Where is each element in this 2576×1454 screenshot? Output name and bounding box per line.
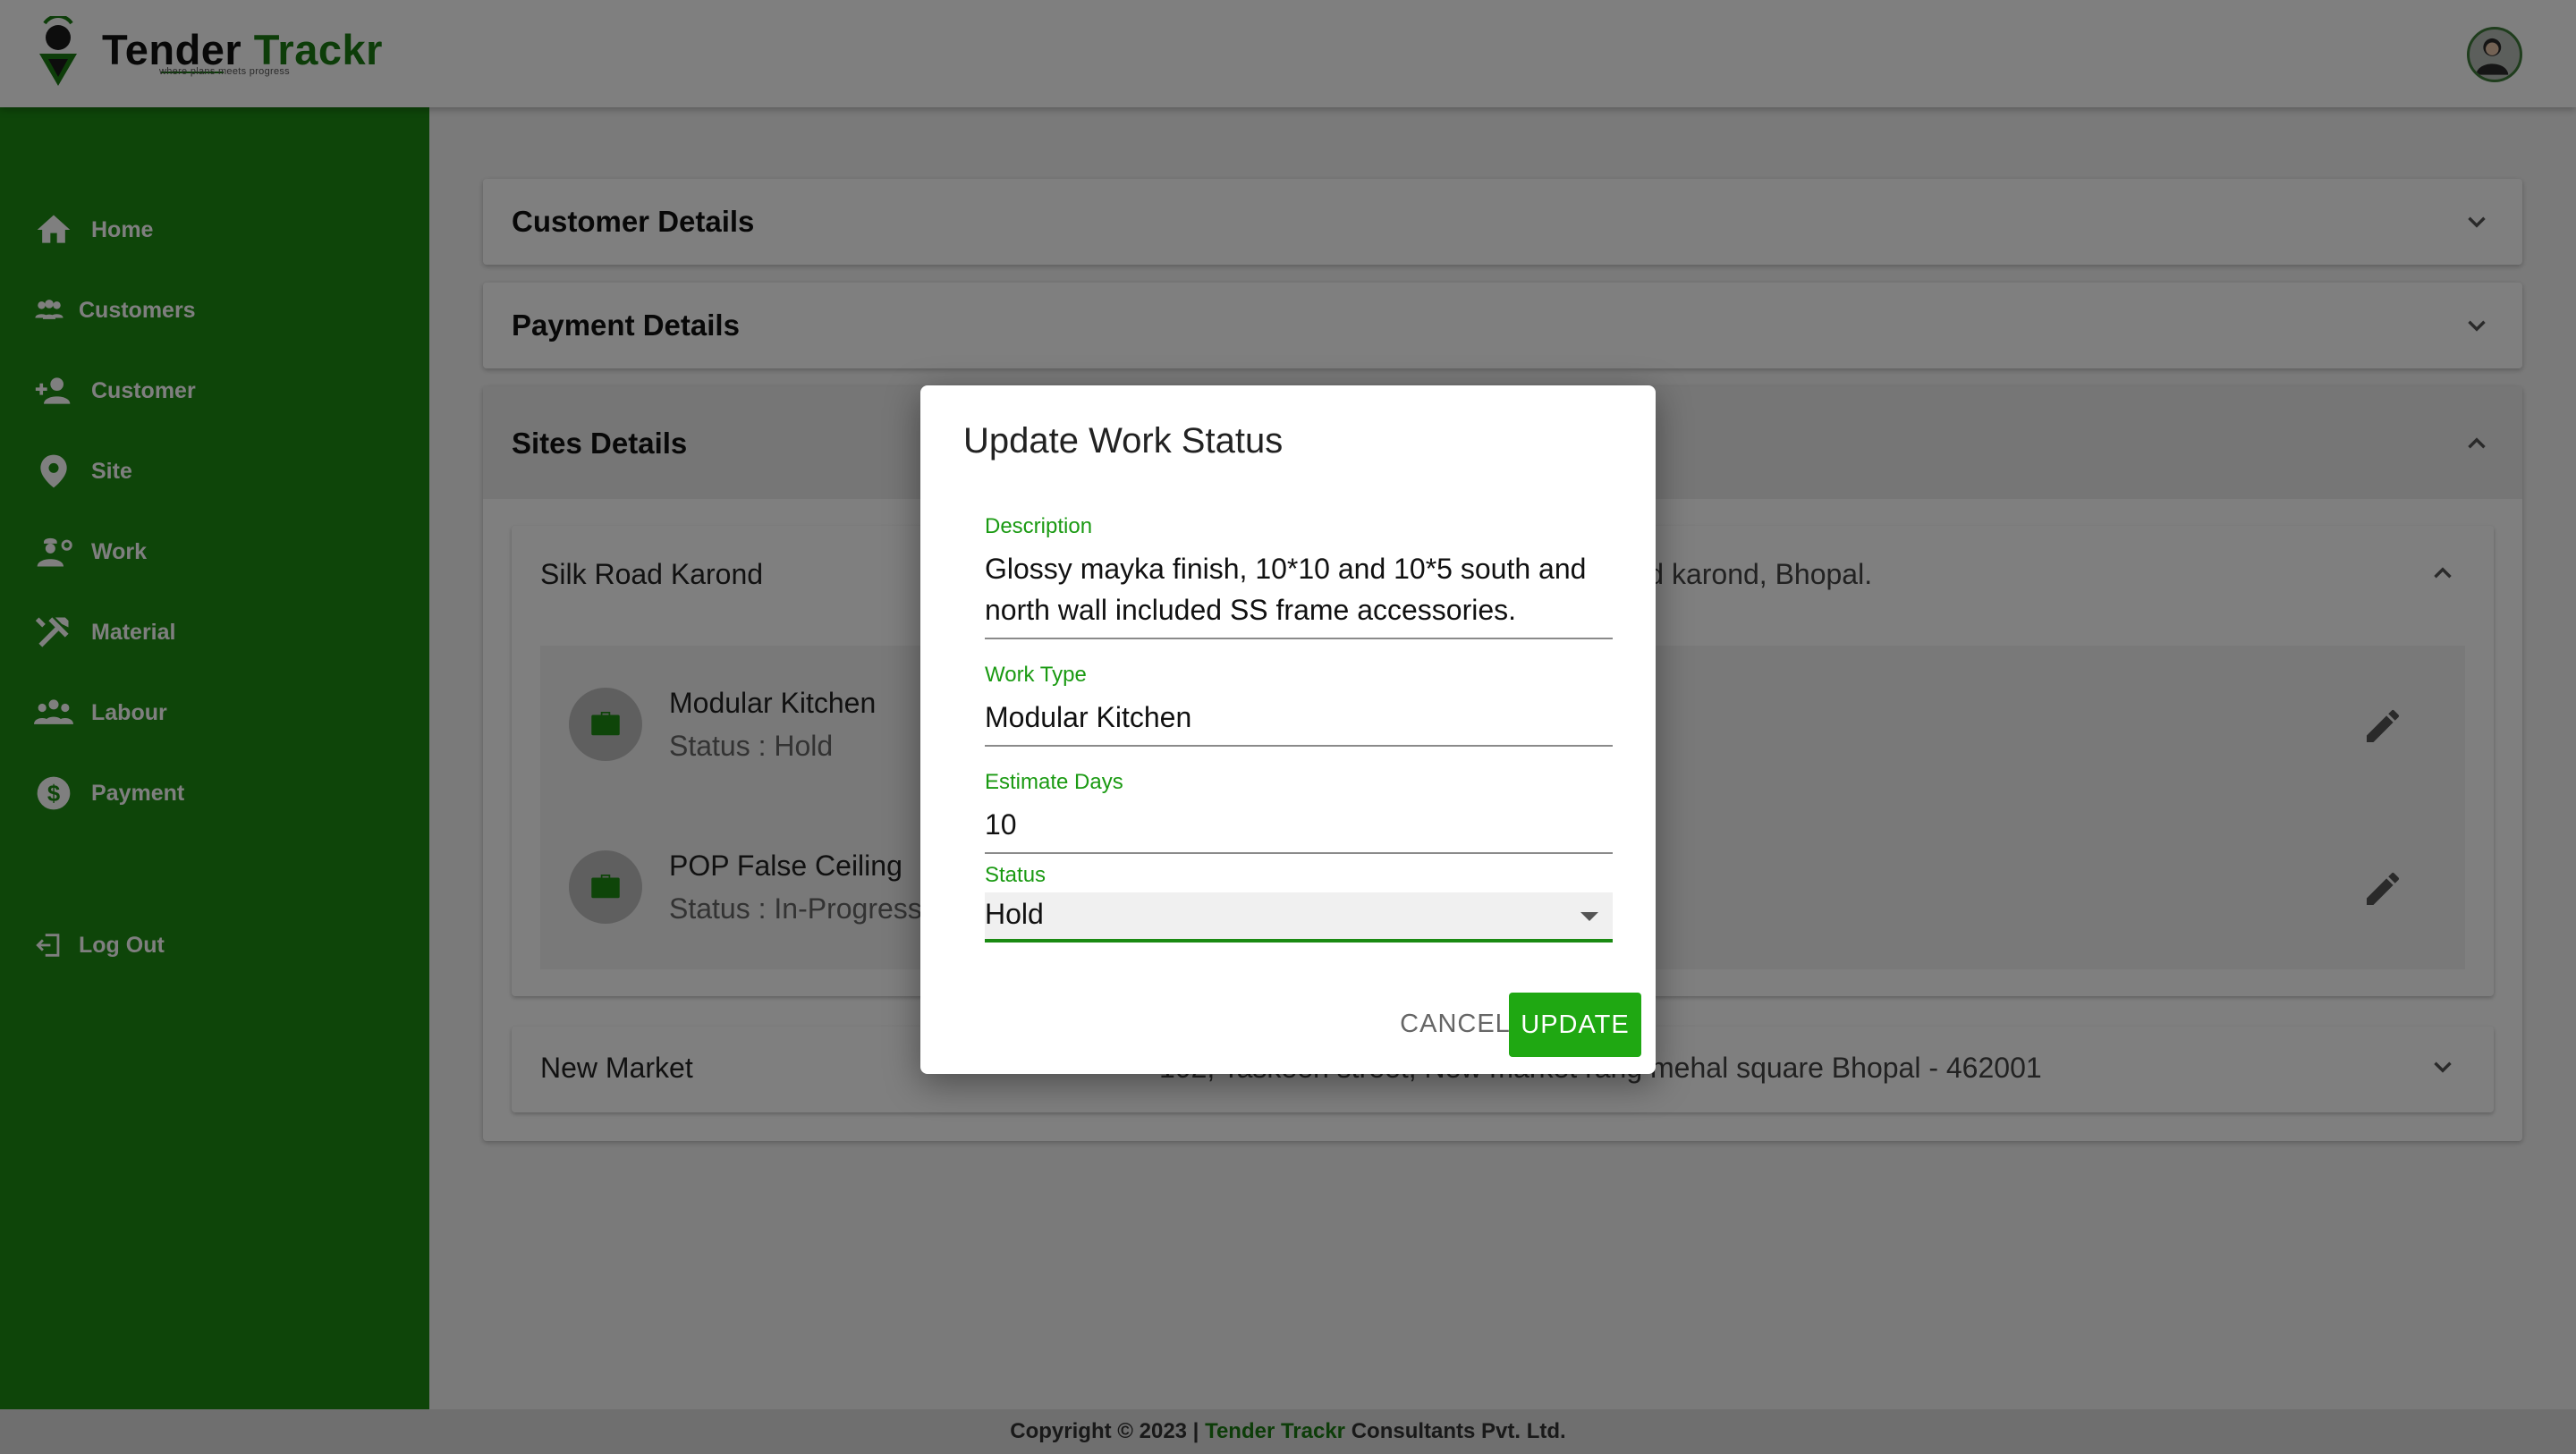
description-field[interactable]: Glossy mayka finish, 10*10 and 10*5 sout…: [985, 548, 1613, 630]
work-type-underline: [985, 745, 1613, 747]
update-work-status-dialog: Update Work Status Description Glossy ma…: [920, 385, 1656, 1074]
status-select[interactable]: Hold: [985, 892, 1613, 943]
description-label: Description: [985, 514, 1093, 538]
status-label: Status: [985, 863, 1046, 887]
estimate-days-field[interactable]: 10: [985, 804, 1613, 845]
estimate-days-underline: [985, 852, 1613, 854]
dropdown-caret-icon: [1580, 912, 1598, 921]
description-underline: [985, 638, 1613, 639]
work-type-field[interactable]: Modular Kitchen: [985, 697, 1613, 738]
work-type-label: Work Type: [985, 663, 1087, 687]
update-button[interactable]: UPDATE: [1509, 993, 1641, 1057]
status-value: Hold: [985, 898, 1044, 930]
estimate-days-label: Estimate Days: [985, 770, 1123, 794]
dialog-title: Update Work Status: [963, 421, 1284, 461]
